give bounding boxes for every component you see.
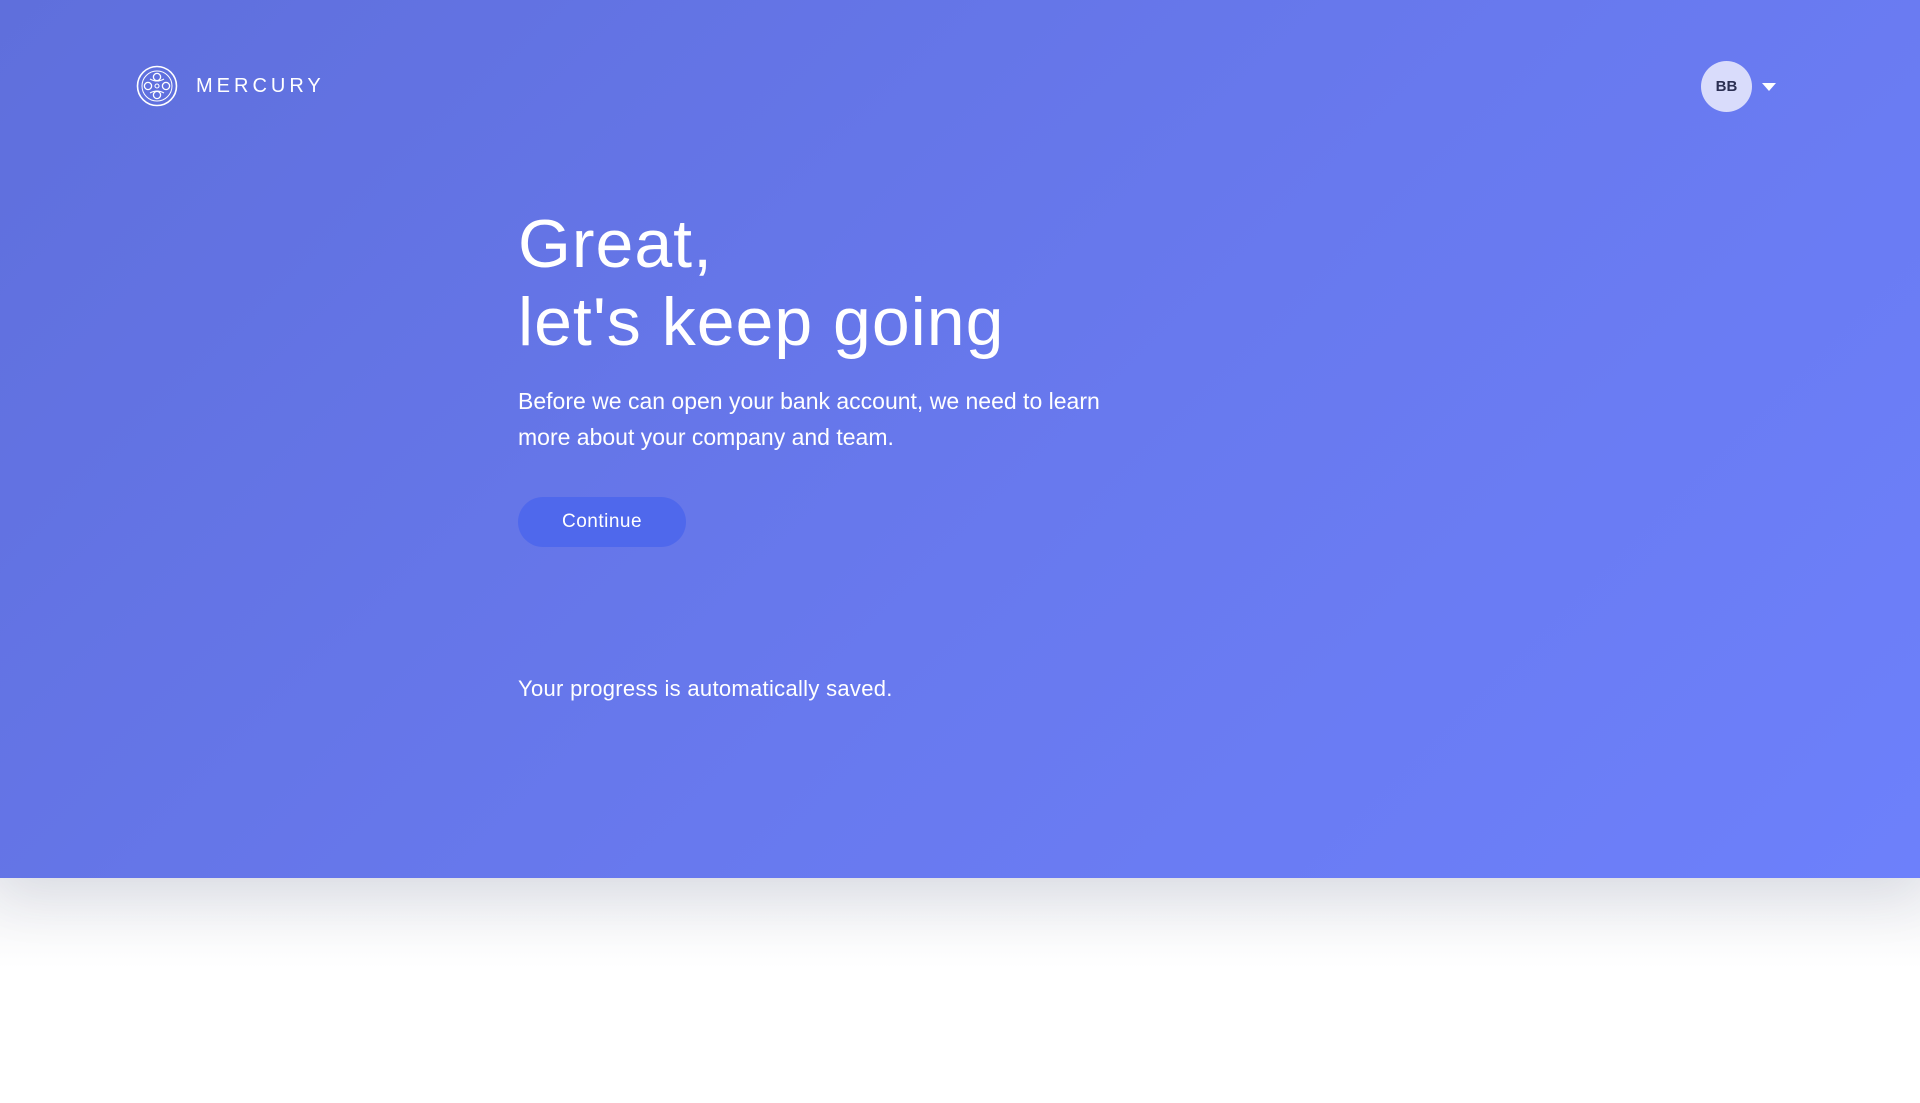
hero-shadow	[0, 878, 1920, 968]
progress-saved-note: Your progress is automatically saved.	[518, 676, 893, 701]
onboarding-content: Great, let's keep going Before we can op…	[518, 205, 1218, 547]
headline-line-1: Great,	[518, 206, 713, 282]
caret-down-icon[interactable]	[1762, 82, 1776, 91]
description-text: Before we can open your bank account, we…	[518, 388, 1100, 450]
mercury-logo-icon	[136, 65, 178, 107]
brand-name: MERCURY	[196, 74, 325, 97]
continue-button[interactable]: Continue	[518, 497, 686, 547]
page-title: Great, let's keep going	[518, 205, 1218, 361]
user-menu[interactable]: BB	[1701, 61, 1776, 112]
headline-line-2: let's keep going	[518, 284, 1005, 360]
hero-banner: MERCURY BB Great, let's keep going Befor…	[0, 0, 1920, 878]
avatar[interactable]: BB	[1701, 61, 1752, 112]
brand[interactable]: MERCURY	[136, 64, 325, 108]
